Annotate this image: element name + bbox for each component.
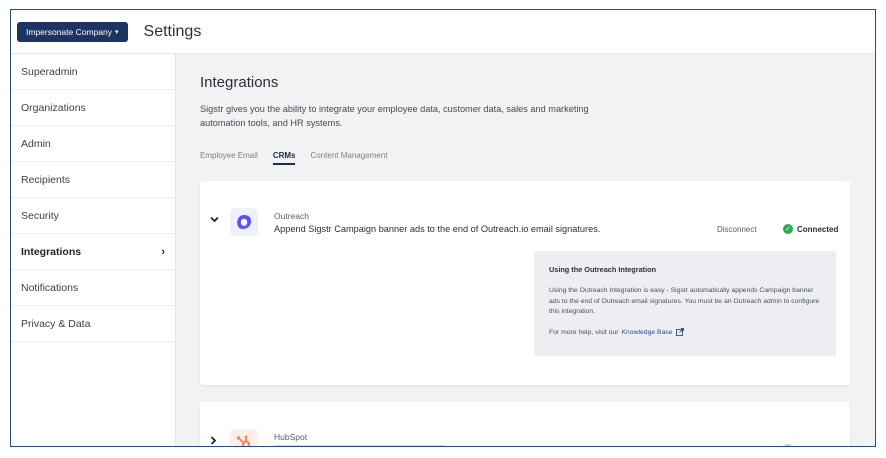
sidebar-item-label: Security	[21, 209, 59, 222]
main-content: Integrations Sigstr gives you the abilit…	[176, 54, 875, 446]
chevron-right-icon[interactable]	[210, 436, 217, 446]
status-dot-clipped	[783, 444, 792, 446]
top-header: Impersonate Company ▾ Settings	[11, 10, 875, 54]
chevron-right-icon: ›	[161, 245, 165, 258]
status-badge: ✓ Connected	[783, 224, 838, 234]
info-help-text: For more help, visit our	[549, 329, 619, 336]
tab-employee-email[interactable]: Employee Email	[200, 151, 258, 165]
section-description: Sigstr gives you the ability to integrat…	[200, 104, 589, 128]
app-window: Impersonate Company ▾ Settings Superadmi…	[10, 9, 876, 447]
disconnect-button[interactable]: Disconnect	[717, 225, 757, 234]
impersonate-company-label: Impersonate Company	[26, 26, 112, 37]
info-help: For more help, visit our Knowledge Base	[549, 327, 821, 338]
knowledge-base-link[interactable]: Knowledge Base	[622, 329, 673, 336]
check-circle-icon: ✓	[783, 224, 793, 234]
sidebar-item-admin[interactable]: Admin	[11, 126, 175, 162]
integration-tabs: Employee Email CRMs Content Management	[200, 151, 387, 165]
sidebar-item-label: Integrations	[21, 245, 82, 258]
hubspot-logo-icon	[230, 429, 258, 446]
sidebar-nav: Superadmin Organizations Admin Recipient…	[11, 54, 176, 446]
info-title: Using the Outreach Integration	[549, 265, 657, 274]
sidebar-item-notifications[interactable]: Notifications	[11, 270, 175, 306]
tab-crms[interactable]: CRMs	[272, 151, 296, 165]
sidebar-item-label: Admin	[21, 137, 51, 150]
sidebar-item-label: Notifications	[21, 281, 79, 294]
sidebar-item-label: Superadmin	[21, 65, 78, 78]
caret-down-icon: ▾	[115, 28, 119, 36]
sidebar-item-label: Recipients	[21, 173, 71, 186]
sidebar-item-label: Organizations	[21, 101, 86, 114]
external-link-icon[interactable]	[675, 327, 684, 338]
integration-description: Append Sigstr Campaign banner ads to the…	[274, 224, 601, 234]
impersonate-company-button[interactable]: Impersonate Company ▾	[17, 21, 128, 42]
tab-content-management[interactable]: Content Management	[310, 151, 387, 165]
sidebar-item-superadmin[interactable]: Superadmin	[11, 54, 175, 90]
integration-description-clipped	[274, 445, 446, 446]
section-title: Integrations	[200, 74, 279, 91]
status-label: Connected	[797, 224, 839, 234]
sidebar-item-organizations[interactable]: Organizations	[11, 90, 175, 126]
integration-info-box: Using the Outreach Integration Using the…	[534, 251, 836, 356]
sidebar-item-privacy-data[interactable]: Privacy & Data	[11, 306, 175, 342]
integration-card-outreach: Outreach Append Sigstr Campaign banner a…	[200, 181, 850, 385]
info-body: Using the Outreach Integration is easy -…	[549, 287, 820, 315]
integration-name: Outreach	[274, 211, 309, 221]
sidebar-item-integrations[interactable]: Integrations ›	[11, 234, 175, 270]
integration-name: HubSpot	[274, 432, 308, 442]
outreach-logo-icon	[230, 208, 258, 236]
chevron-down-icon[interactable]	[210, 215, 219, 225]
sidebar-item-security[interactable]: Security	[11, 198, 175, 234]
integration-card-hubspot: HubSpot	[200, 402, 850, 446]
sidebar-item-recipients[interactable]: Recipients	[11, 162, 175, 198]
sidebar-item-label: Privacy & Data	[21, 317, 91, 330]
page-title: Settings	[143, 22, 202, 40]
